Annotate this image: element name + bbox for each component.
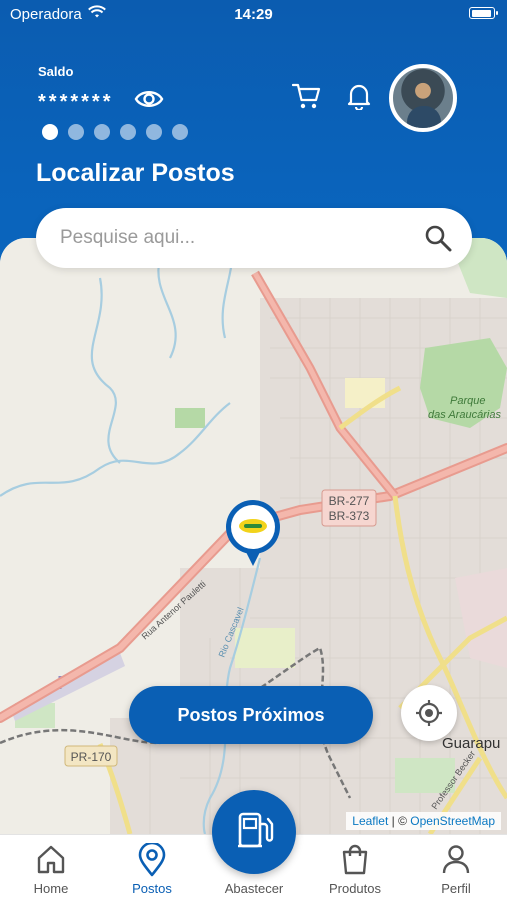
map-pin-icon xyxy=(138,843,166,877)
leaflet-link[interactable]: Leaflet xyxy=(352,814,388,828)
crosshair-icon xyxy=(416,700,442,726)
page-title: Localizar Postos xyxy=(36,159,235,187)
park-label: Parque xyxy=(450,395,485,407)
carousel-dot[interactable] xyxy=(146,124,162,140)
shopping-bag-icon xyxy=(342,844,368,875)
road-shield-br: BR-277 BR-373 xyxy=(321,489,377,527)
clock: 14:29 xyxy=(234,6,273,23)
balance-value: ******* xyxy=(38,91,114,113)
carousel-dot[interactable] xyxy=(172,124,188,140)
home-icon xyxy=(37,845,65,874)
bell-icon[interactable] xyxy=(345,82,373,110)
balance-label: Saldo xyxy=(38,64,74,79)
user-icon xyxy=(442,845,470,874)
carousel-dot[interactable] xyxy=(42,124,58,140)
osm-link[interactable]: OpenStreetMap xyxy=(410,814,495,828)
search-icon[interactable] xyxy=(424,224,452,252)
fuel-pump-button[interactable] xyxy=(212,790,296,874)
gas-station-marker[interactable] xyxy=(226,500,282,568)
tab-home[interactable]: Home xyxy=(1,835,101,900)
cart-icon[interactable] xyxy=(292,82,322,110)
city-label: Guarapu xyxy=(442,735,500,752)
search-input[interactable] xyxy=(60,222,410,254)
avatar[interactable] xyxy=(389,64,457,132)
carousel-dot[interactable] xyxy=(120,124,136,140)
road-shield-pr: PR-170 xyxy=(64,745,118,767)
tab-produtos[interactable]: Produtos xyxy=(305,835,405,900)
svg-text:BR-277: BR-277 xyxy=(329,494,370,508)
carousel-dot[interactable] xyxy=(94,124,110,140)
map-attribution: Leaflet | © OpenStreetMap xyxy=(346,812,501,830)
status-bar: Operadora 14:29 xyxy=(0,0,507,30)
balance-carousel-dots xyxy=(42,124,188,140)
fuel-pump-icon xyxy=(238,812,274,848)
locate-me-button[interactable] xyxy=(401,685,457,741)
station-logo-icon xyxy=(239,519,267,533)
park-label: das Araucárias xyxy=(428,409,501,421)
tab-postos[interactable]: Postos xyxy=(102,835,202,900)
svg-text:BR-373: BR-373 xyxy=(329,509,370,523)
svg-text:PR-170: PR-170 xyxy=(71,750,112,764)
tab-perfil[interactable]: Perfil xyxy=(406,835,506,900)
carousel-dot[interactable] xyxy=(68,124,84,140)
eye-icon[interactable] xyxy=(134,86,164,112)
nearby-stations-button[interactable]: Postos Próximos xyxy=(129,686,373,744)
search-box xyxy=(36,208,472,268)
battery-icon xyxy=(469,7,498,19)
